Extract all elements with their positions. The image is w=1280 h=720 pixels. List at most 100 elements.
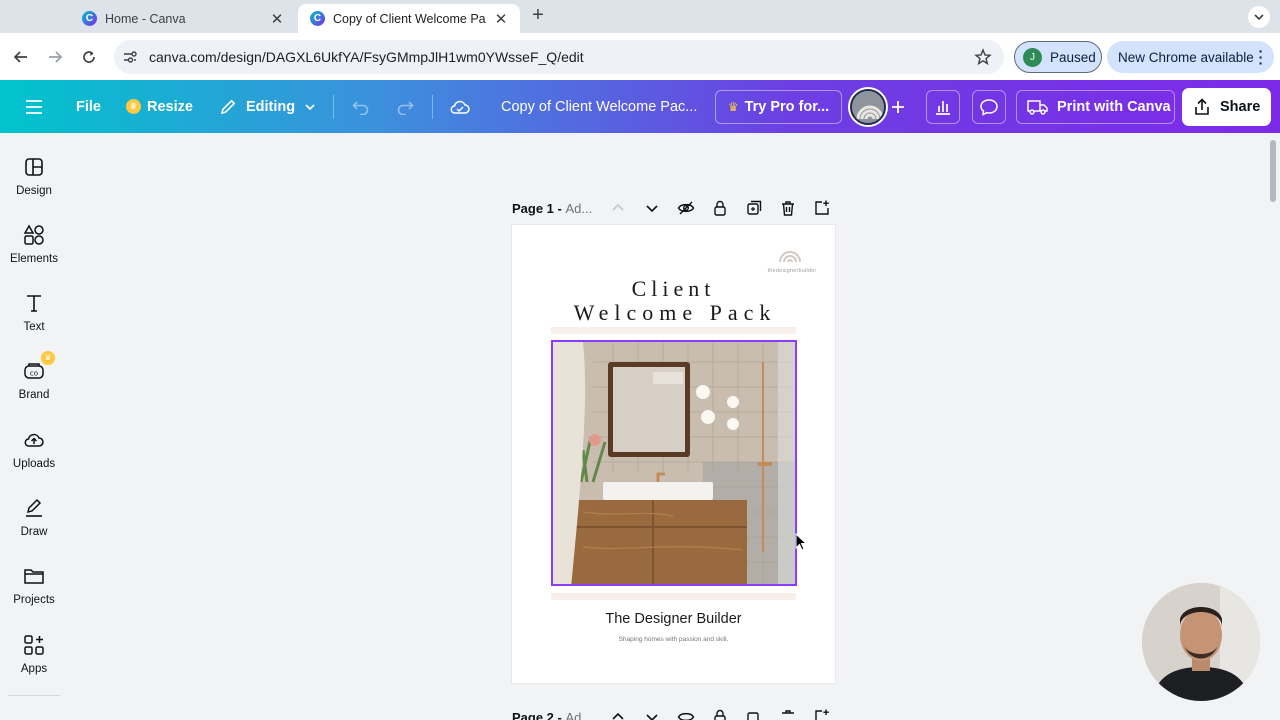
sidebar-divider	[8, 695, 60, 696]
duplicate-page-icon[interactable]	[745, 708, 763, 720]
tab-title: Home - Canva	[105, 11, 186, 26]
site-settings-icon[interactable]	[122, 49, 138, 65]
main-menu-button[interactable]	[25, 80, 45, 133]
chevron-down-icon	[1254, 14, 1264, 21]
sidebar-item-draw[interactable]: Draw	[0, 496, 68, 560]
profile-status: Paused	[1050, 49, 1096, 65]
logo-text: thedesignerbuilder	[767, 268, 817, 274]
canva-favicon-icon: C	[310, 11, 325, 26]
tab-title: Copy of Client Welcome Pack	[333, 11, 486, 26]
brand-name-text[interactable]: The Designer Builder	[512, 611, 835, 627]
design-icon	[25, 158, 43, 176]
pencil-icon	[220, 99, 236, 114]
delivery-truck-icon	[1027, 100, 1048, 115]
bookmark-star-icon[interactable]	[974, 48, 992, 66]
url-text: canva.com/design/DAGXL6UkfYA/FsyGMmpJlH1…	[149, 49, 584, 65]
try-pro-button[interactable]: ♛ Try Pro for...	[715, 90, 842, 124]
sidebar-item-label: Draw	[20, 526, 48, 538]
tab-home-canva[interactable]: C Home - Canva ✕	[70, 4, 296, 33]
hide-page-icon[interactable]	[677, 199, 695, 217]
editing-label: Editing	[246, 98, 296, 115]
redo-icon	[397, 100, 414, 115]
hide-page-icon[interactable]	[677, 708, 695, 720]
uploads-icon	[24, 433, 44, 447]
resize-button[interactable]: ♛ Resize	[126, 80, 193, 133]
canva-favicon-icon: C	[82, 11, 97, 26]
add-page-icon[interactable]	[813, 199, 831, 217]
reload-button[interactable]	[77, 45, 101, 69]
profile-paused-button[interactable]: J Paused	[1014, 41, 1102, 73]
design-title-line-1[interactable]: Client	[512, 276, 835, 302]
sidebar-item-text[interactable]: Text	[0, 291, 68, 355]
address-bar[interactable]: canva.com/design/DAGXL6UkfYA/FsyGMmpJlH1…	[114, 40, 1004, 74]
chevron-down-icon	[305, 103, 315, 110]
duplicate-page-icon[interactable]	[745, 199, 763, 217]
sidebar-item-label: Brand	[18, 389, 50, 401]
undo-button[interactable]	[352, 80, 370, 133]
more-menu-icon[interactable]: · · ·	[1258, 44, 1264, 70]
cloud-saved-icon	[450, 100, 470, 114]
apps-icon	[24, 635, 44, 655]
chevron-up-icon[interactable]	[609, 708, 627, 720]
chevron-up-icon[interactable]	[609, 199, 627, 217]
crown-icon: ♛	[727, 100, 739, 114]
lock-icon[interactable]	[711, 708, 729, 720]
user-avatar[interactable]	[850, 89, 886, 125]
chevron-down-icon[interactable]	[643, 199, 661, 217]
decorative-bar-top[interactable]	[551, 327, 796, 334]
share-upload-icon	[1195, 98, 1209, 115]
browser-tab-strip: C Home - Canva ✕ C Copy of Client Welcom…	[0, 0, 1280, 33]
text-icon	[27, 295, 41, 312]
print-with-canva-button[interactable]: Print with Canva	[1016, 90, 1175, 124]
tagline-text[interactable]: Shaping homes with passion and skill.	[512, 636, 835, 643]
design-page-1[interactable]: thedesignerbuilder Client Welcome Pack T…	[512, 225, 835, 683]
draw-icon	[26, 498, 42, 517]
sidebar-item-projects[interactable]: Projects	[0, 564, 68, 628]
sidebar-item-label: Design	[16, 185, 52, 197]
add-page-icon[interactable]	[813, 708, 831, 720]
bathroom-photo[interactable]	[551, 340, 797, 586]
sidebar-item-uploads[interactable]: Uploads	[0, 428, 68, 492]
chevron-down-icon[interactable]	[643, 708, 661, 720]
new-chrome-available-button[interactable]: New Chrome available · · ·	[1107, 41, 1274, 73]
sidebar-item-design[interactable]: Design	[0, 155, 68, 219]
page-2-title[interactable]: Page 2 - Ad...	[512, 710, 592, 720]
back-button[interactable]	[9, 45, 33, 69]
sidebar-item-brand[interactable]: co ♛ Brand	[0, 351, 68, 423]
reload-icon	[83, 51, 95, 63]
arrow-right-icon	[49, 51, 63, 63]
lock-icon[interactable]	[711, 199, 729, 217]
close-icon[interactable]: ✕	[268, 10, 286, 28]
profile-avatar: J	[1023, 47, 1042, 67]
sidebar-item-apps[interactable]: Apps	[0, 633, 68, 697]
left-sidebar: Design Elements Text co ♛ Brand Uploads …	[0, 133, 68, 720]
sidebar-item-elements[interactable]: Elements	[0, 223, 68, 287]
file-menu-button[interactable]: File	[76, 80, 101, 133]
trash-icon[interactable]	[779, 708, 797, 720]
forward-button[interactable]	[43, 45, 67, 69]
designer-builder-logo-mark	[779, 251, 801, 263]
share-button[interactable]: Share	[1182, 88, 1271, 126]
pro-crown-badge-icon: ♛	[41, 351, 55, 365]
plus-icon	[892, 100, 904, 113]
trash-icon[interactable]	[779, 199, 797, 217]
tab-search-button[interactable]	[1248, 6, 1270, 28]
comments-button[interactable]	[972, 90, 1006, 124]
svg-text:co: co	[30, 370, 38, 378]
page-2-toolbar: Page 2 - Ad...	[512, 708, 842, 720]
tab-client-welcome-pack[interactable]: C Copy of Client Welcome Pack ✕	[298, 4, 520, 33]
save-status-button[interactable]	[449, 80, 471, 133]
new-tab-button[interactable]: +	[527, 5, 549, 27]
close-icon[interactable]: ✕	[492, 10, 510, 28]
design-title-line-2[interactable]: Welcome Pack	[512, 300, 838, 326]
editing-mode-dropdown[interactable]: Editing	[219, 80, 316, 133]
decorative-bar-bottom[interactable]	[551, 593, 796, 600]
sidebar-item-label: Elements	[10, 253, 58, 265]
canvas-scrollbar[interactable]	[1270, 140, 1276, 202]
page-1-title[interactable]: Page 1 - Ad...	[512, 201, 592, 216]
document-title[interactable]: Copy of Client Welcome Pac...	[501, 80, 697, 133]
add-collaborator-button[interactable]	[890, 80, 906, 133]
user-avatar-image	[852, 91, 884, 123]
redo-button[interactable]	[396, 80, 414, 133]
insights-button[interactable]	[926, 90, 960, 124]
